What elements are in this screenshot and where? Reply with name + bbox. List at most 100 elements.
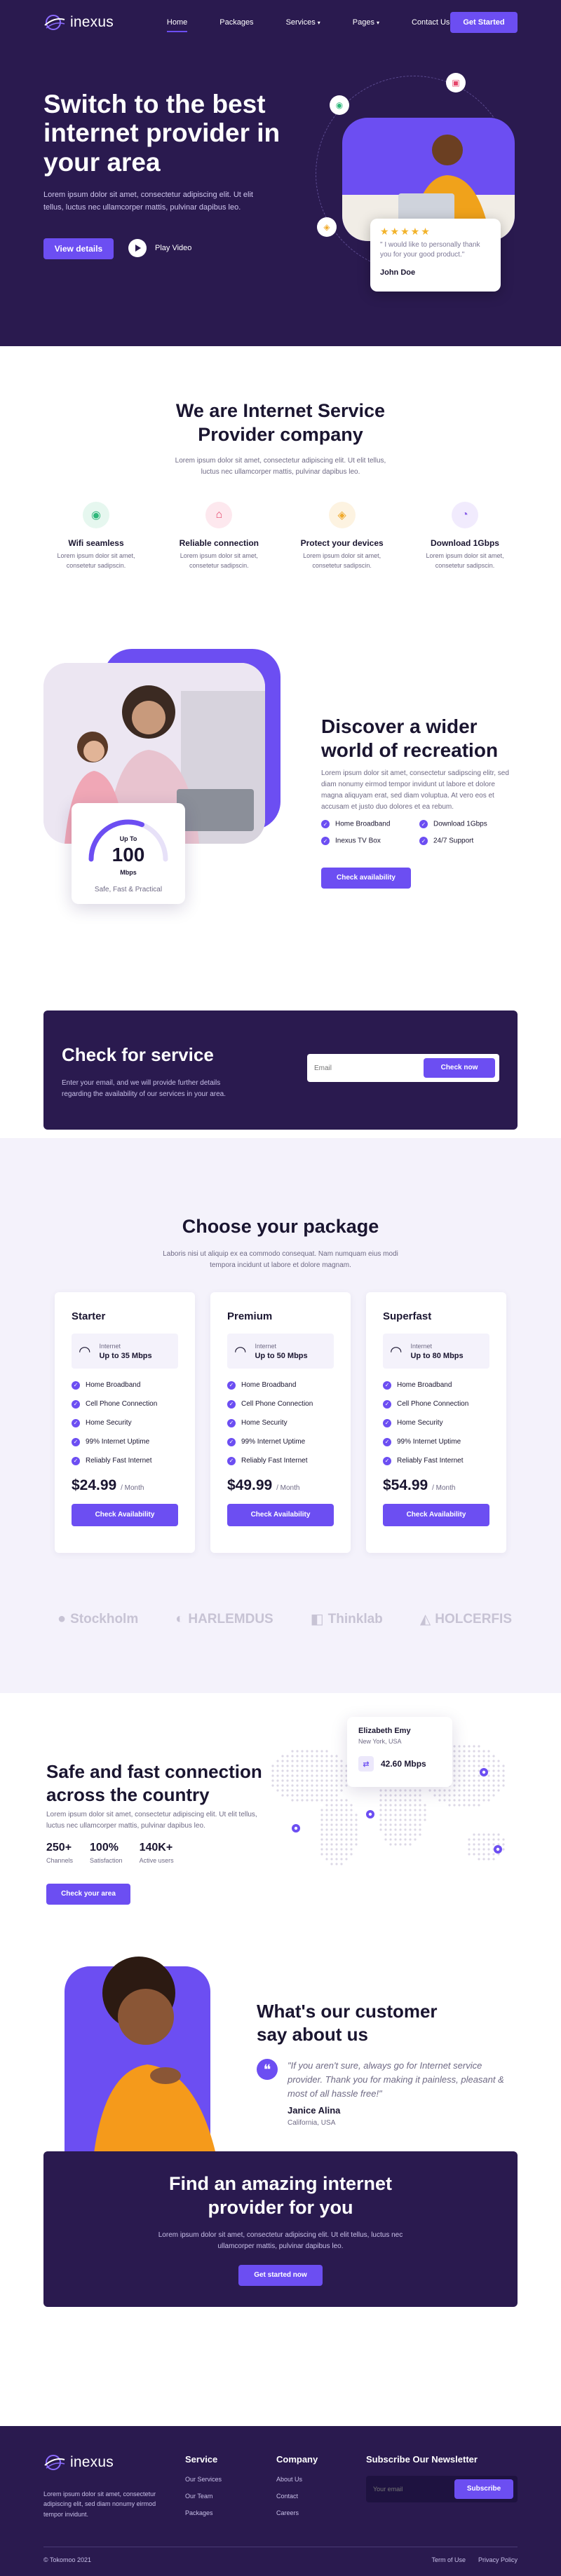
map-pin-icon[interactable] — [366, 1810, 374, 1818]
map-pin-icon[interactable] — [494, 1845, 502, 1854]
map-dot — [296, 1799, 299, 1802]
map-dot — [473, 1789, 475, 1792]
map-dot — [478, 1779, 480, 1782]
plan-feature: ✓ 99% Internet Uptime — [383, 1438, 489, 1446]
map-dot — [419, 1818, 421, 1821]
map-dot — [473, 1774, 475, 1777]
map-dot — [350, 1843, 353, 1846]
nav-home[interactable]: Home — [166, 18, 188, 32]
footer-link[interactable]: Contact — [276, 2493, 318, 2500]
brand-logo: ◐ HARLEMDUS — [175, 1611, 273, 1627]
plan-feature-label: Home Broadband — [241, 1381, 297, 1389]
nav-services[interactable]: Services ▾ — [286, 18, 320, 27]
plan-check-availability-button[interactable]: Check Availability — [227, 1504, 334, 1526]
map-dot — [458, 1745, 461, 1748]
map-dot — [492, 1769, 495, 1772]
map-dot — [335, 1789, 338, 1792]
map-dot — [478, 1858, 480, 1861]
map-dot — [384, 1809, 387, 1811]
map-dot — [463, 1765, 466, 1767]
map-dot — [502, 1779, 505, 1782]
nav-packages[interactable]: Packages — [219, 18, 253, 27]
map-dot — [394, 1838, 397, 1841]
map-dot — [399, 1828, 402, 1831]
map-dot — [340, 1858, 343, 1861]
check-description: Enter your email, and we will provide fu… — [62, 1079, 227, 1098]
map-dot — [404, 1809, 407, 1811]
map-dot — [355, 1818, 358, 1821]
map-dot — [355, 1814, 358, 1816]
footer-link[interactable]: Our Team — [185, 2493, 222, 2500]
map-dot — [482, 1750, 485, 1753]
map-dot — [463, 1784, 466, 1787]
map-dot — [492, 1858, 495, 1861]
check-icon: ✓ — [72, 1419, 80, 1427]
plan-feature: ✓ Cell Phone Connection — [72, 1400, 178, 1409]
terms-link[interactable]: Term of Use — [431, 2556, 466, 2563]
map-dot — [355, 1843, 358, 1846]
map-pin-icon[interactable] — [292, 1824, 300, 1832]
map-dot — [453, 1799, 456, 1802]
plan-period: / Month — [276, 1484, 300, 1492]
map-dot — [291, 1755, 294, 1758]
view-details-button[interactable]: View details — [43, 238, 114, 259]
subscribe-button[interactable]: Subscribe — [454, 2479, 513, 2499]
map-dot — [345, 1799, 348, 1802]
check-icon: ✓ — [383, 1400, 391, 1409]
map-dot — [473, 1745, 475, 1748]
map-pin-icon[interactable] — [480, 1768, 488, 1776]
map-dot — [350, 1818, 353, 1821]
map-dot — [487, 1838, 490, 1841]
check-your-area-button[interactable]: Check your area — [46, 1884, 130, 1905]
map-dot — [453, 1804, 456, 1807]
nav-pages[interactable]: Pages ▾ — [353, 18, 379, 27]
brand-name: Thinklab — [327, 1611, 383, 1626]
check-availability-button[interactable]: Check availability — [321, 868, 411, 889]
footer: inexus Lorem ipsum dolor sit amet, conse… — [0, 2426, 561, 2576]
logo[interactable]: inexus — [43, 14, 114, 31]
map-dot — [492, 1774, 495, 1777]
brand-name: HOLCERFIS — [435, 1611, 512, 1626]
check-icon: ✓ — [72, 1400, 80, 1409]
map-dot — [482, 1789, 485, 1792]
check-icon: ✓ — [72, 1438, 80, 1446]
plan-feature: ✓ Reliably Fast Internet — [227, 1457, 334, 1465]
footer-link[interactable]: Packages — [185, 2509, 222, 2516]
plan-check-availability-button[interactable]: Check Availability — [383, 1504, 489, 1526]
email-input[interactable] — [314, 1058, 419, 1078]
map-dot — [399, 1818, 402, 1821]
footer-link[interactable]: About Us — [276, 2476, 318, 2483]
map-dot — [384, 1823, 387, 1826]
plan-check-availability-button[interactable]: Check Availability — [72, 1504, 178, 1526]
get-started-now-button[interactable]: Get started now — [238, 2265, 323, 2286]
privacy-link[interactable]: Privacy Policy — [478, 2556, 518, 2563]
stat-item: 140K+ Active users — [140, 1842, 174, 1864]
map-dot — [345, 1838, 348, 1841]
get-started-button[interactable]: Get Started — [450, 12, 518, 33]
map-dot — [320, 1833, 323, 1836]
map-dot — [340, 1818, 343, 1821]
map-dot — [409, 1843, 412, 1846]
map-dot — [379, 1789, 382, 1792]
map-dot — [335, 1794, 338, 1797]
feature-title: Protect your devices — [300, 538, 384, 548]
plan-feature-label: 99% Internet Uptime — [241, 1438, 306, 1446]
map-dot — [478, 1784, 480, 1787]
play-video-button[interactable]: Play Video — [128, 239, 191, 257]
plan-speed-box: ◠ Internet Up to 80 Mbps — [383, 1334, 489, 1369]
check-icon: ✓ — [227, 1419, 236, 1427]
nav-contact[interactable]: Contact Us — [412, 18, 450, 27]
plan-feature-label: 99% Internet Uptime — [397, 1438, 461, 1446]
map-dot — [409, 1828, 412, 1831]
map-dot — [335, 1769, 338, 1772]
footer-link[interactable]: Our Services — [185, 2476, 222, 2483]
map-dot — [409, 1823, 412, 1826]
footer-link[interactable]: Careers — [276, 2509, 318, 2516]
newsletter-email-input[interactable] — [373, 2479, 450, 2499]
check-service-section: Check for service Enter your email, and … — [0, 971, 561, 1138]
map-dot — [301, 1765, 304, 1767]
net-label: Internet — [410, 1342, 432, 1350]
footer-logo[interactable]: inexus — [43, 2454, 114, 2471]
check-icon: ✓ — [383, 1438, 391, 1446]
check-now-button[interactable]: Check now — [424, 1058, 495, 1078]
